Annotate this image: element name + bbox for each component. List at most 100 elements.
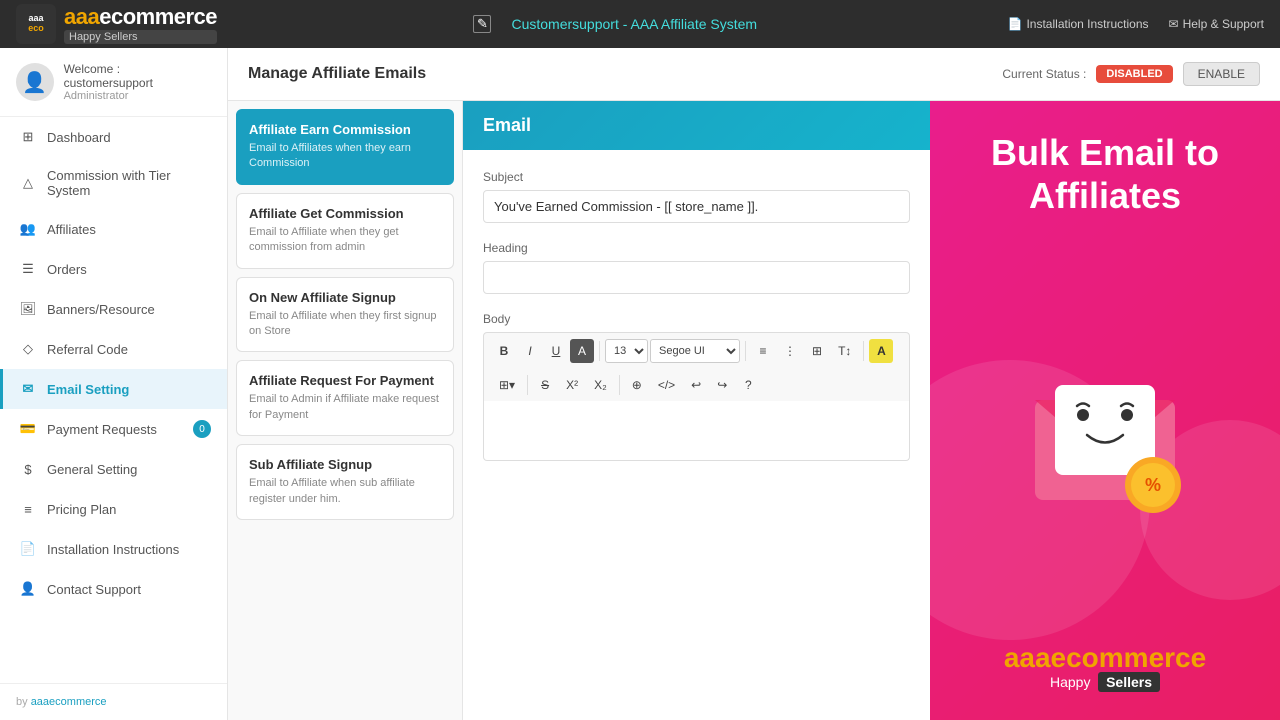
email-editor: Email Subject Heading Body B xyxy=(463,101,930,720)
email-list-item-request-payment[interactable]: Affiliate Request For Payment Email to A… xyxy=(236,360,454,436)
edit-icon[interactable]: ✎ xyxy=(473,15,491,33)
item-desc: Email to Affiliates when they earn Commi… xyxy=(249,141,441,172)
dollar-icon: $ xyxy=(19,460,37,478)
code-button[interactable]: </> xyxy=(651,373,682,397)
font-size-select[interactable]: 13141618 xyxy=(605,339,648,363)
sidebar-item-label: Referral Code xyxy=(47,342,128,357)
redo-button[interactable]: ↪ xyxy=(710,373,734,397)
sidebar-item-label: General Setting xyxy=(47,462,137,477)
superscript-button[interactable]: X² xyxy=(559,373,585,397)
undo-button[interactable]: ↩ xyxy=(684,373,708,397)
sidebar-item-orders[interactable]: ☰ Orders xyxy=(0,249,227,289)
sidebar-item-label: Pricing Plan xyxy=(47,502,116,517)
divider xyxy=(863,341,864,361)
body-group: Body B I U A 13141618 Seg xyxy=(483,312,910,461)
sidebar-item-payment-requests[interactable]: 💳 Payment Requests 0 xyxy=(0,409,227,449)
sidebar-item-dashboard[interactable]: ⊞ Dashboard xyxy=(0,117,227,157)
body-label: Body xyxy=(483,312,910,326)
special-char-button[interactable]: ⊕ xyxy=(625,373,649,397)
email-list-item-new-signup[interactable]: On New Affiliate Signup Email to Affilia… xyxy=(236,277,454,353)
main-layout: 👤 Welcome : customersupport Administrato… xyxy=(0,48,1280,720)
status-label: Current Status : xyxy=(1002,67,1086,81)
email-editor-header: Email xyxy=(463,101,930,150)
logo-sub: Happy Sellers xyxy=(64,30,217,44)
item-title: Affiliate Get Commission xyxy=(249,206,441,221)
image-icon: 🖼 xyxy=(19,300,37,318)
email-list-item-sub-signup[interactable]: Sub Affiliate Signup Email to Affiliate … xyxy=(236,444,454,520)
help-button[interactable]: ? xyxy=(736,373,760,397)
color-button[interactable]: A xyxy=(570,339,594,363)
subject-label: Subject xyxy=(483,170,910,184)
email-form: Subject Heading Body B I U xyxy=(463,150,930,499)
divider xyxy=(745,341,746,361)
ul-button[interactable]: ≡ xyxy=(751,339,775,363)
content-inner: Affiliate Earn Commission Email to Affil… xyxy=(228,101,1280,720)
divider xyxy=(619,375,620,395)
sidebar: 👤 Welcome : customersupport Administrato… xyxy=(0,48,228,720)
sidebar-item-contact-support[interactable]: 👤 Contact Support xyxy=(0,569,227,609)
ol-button[interactable]: ⋮ xyxy=(777,339,803,363)
sidebar-item-referral[interactable]: ◇ Referral Code xyxy=(0,329,227,369)
align-button[interactable]: ⊞ xyxy=(805,339,829,363)
item-title: Affiliate Request For Payment xyxy=(249,373,441,388)
topbar-title: Customersupport - AAA Affiliate System xyxy=(511,16,757,32)
item-title: Affiliate Earn Commission xyxy=(249,122,441,137)
heading-input[interactable] xyxy=(483,261,910,294)
sidebar-item-label: Dashboard xyxy=(47,130,111,145)
highlight-button[interactable]: A xyxy=(869,339,893,363)
font-family-select[interactable]: Segoe UIArialTimes New Roman xyxy=(650,339,740,363)
status-badge: DISABLED xyxy=(1096,65,1172,83)
list-icon: ☰ xyxy=(19,260,37,278)
promo-logo-tagline: Happy Sellers xyxy=(1004,674,1206,690)
sidebar-item-pricing-plan[interactable]: ≡ Pricing Plan xyxy=(0,489,227,529)
italic-button[interactable]: I xyxy=(518,339,542,363)
doc-icon: 📄 xyxy=(19,540,37,558)
sidebar-footer: by aaaecommerce xyxy=(0,683,227,720)
promo-title: Bulk Email to Affiliates xyxy=(950,131,1260,217)
sidebar-item-installation[interactable]: 📄 Installation Instructions xyxy=(0,529,227,569)
status-area: Current Status : DISABLED ENABLE xyxy=(1002,62,1260,86)
sidebar-item-email-setting[interactable]: ✉ Email Setting xyxy=(0,369,227,409)
sidebar-item-banners[interactable]: 🖼 Banners/Resource xyxy=(0,289,227,329)
payment-badge: 0 xyxy=(193,420,211,438)
nav-help[interactable]: ✉ Help & Support xyxy=(1169,17,1264,31)
body-editor[interactable] xyxy=(483,401,910,461)
promo-logo: aaaecommerce Happy Sellers xyxy=(1004,642,1206,690)
item-desc: Email to Affiliate when they first signu… xyxy=(249,309,441,340)
users-icon: 👥 xyxy=(19,220,37,238)
enable-button[interactable]: ENABLE xyxy=(1183,62,1260,86)
sidebar-item-commission-tier[interactable]: △ Commission with Tier System xyxy=(0,157,227,209)
text-style-button[interactable]: T↕ xyxy=(831,339,858,363)
item-title: On New Affiliate Signup xyxy=(249,290,441,305)
heading-group: Heading xyxy=(483,241,910,294)
nav-installation[interactable]: 📄 Installation Instructions xyxy=(1008,17,1149,31)
sidebar-item-label: Commission with Tier System xyxy=(47,168,211,198)
user-info: Welcome : customersupport Administrator xyxy=(64,62,211,102)
subject-input[interactable] xyxy=(483,190,910,223)
sidebar-item-affiliates[interactable]: 👥 Affiliates xyxy=(0,209,227,249)
promo-logo-text: aaaecommerce xyxy=(1004,642,1206,674)
avatar: 👤 xyxy=(16,63,54,101)
promo-area: Bulk Email to Affiliates xyxy=(930,101,1280,720)
sidebar-item-general-setting[interactable]: $ General Setting xyxy=(0,449,227,489)
sidebar-item-label: Payment Requests xyxy=(47,422,157,437)
subject-group: Subject xyxy=(483,170,910,223)
table-button[interactable]: ⊞▾ xyxy=(492,373,522,397)
underline-button[interactable]: U xyxy=(544,339,568,363)
diamond-icon: ◇ xyxy=(19,340,37,358)
bold-button[interactable]: B xyxy=(492,339,516,363)
subscript-button[interactable]: X₂ xyxy=(587,373,614,397)
envelope-svg: % xyxy=(1005,330,1205,530)
divider xyxy=(527,375,528,395)
item-desc: Email to Admin if Affiliate make request… xyxy=(249,392,441,423)
sidebar-user: 👤 Welcome : customersupport Administrato… xyxy=(0,48,227,117)
envelope-icon: ✉ xyxy=(19,380,37,398)
sidebar-item-label: Email Setting xyxy=(47,382,129,397)
topbar-nav: 📄 Installation Instructions ✉ Help & Sup… xyxy=(1008,17,1264,31)
strikethrough-button[interactable]: S xyxy=(533,373,557,397)
footer-link[interactable]: aaaecommerce xyxy=(31,696,107,708)
promo-illustration: % xyxy=(1005,217,1205,642)
email-list-item-earn-commission[interactable]: Affiliate Earn Commission Email to Affil… xyxy=(236,109,454,185)
sidebar-item-label: Affiliates xyxy=(47,222,96,237)
email-list-item-get-commission[interactable]: Affiliate Get Commission Email to Affili… xyxy=(236,193,454,269)
